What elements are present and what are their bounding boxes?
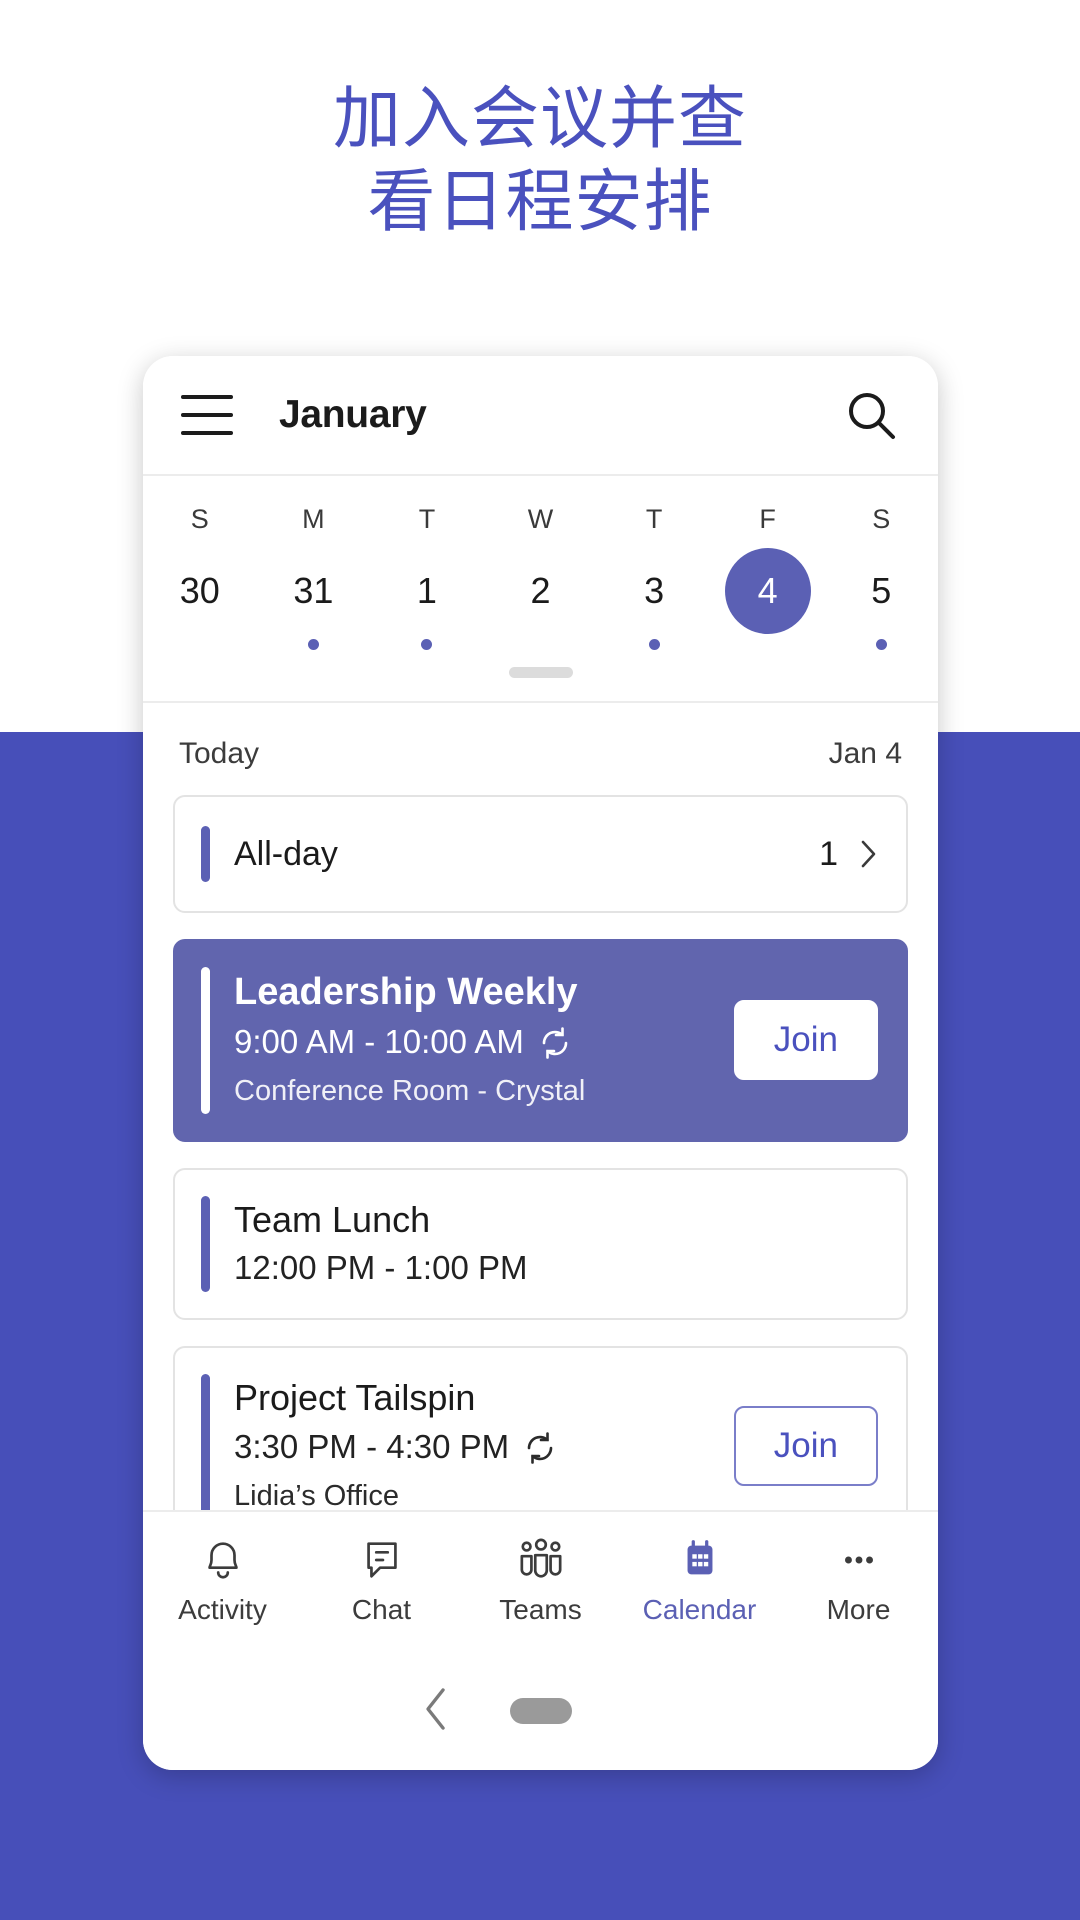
- nav-item-more[interactable]: More: [779, 1536, 938, 1626]
- headline-line-1: 加入会议并查: [332, 81, 747, 157]
- page-title: January: [279, 393, 427, 436]
- event-details: Leadership Weekly 9:00 AM - 10:00 AM Con…: [234, 967, 714, 1114]
- agenda-day-header: Today Jan 4: [173, 703, 908, 795]
- week-day-cell[interactable]: T 3: [597, 490, 711, 661]
- week-dow-label: S: [190, 504, 209, 534]
- nav-item-activity[interactable]: Activity: [143, 1536, 302, 1626]
- event-location: Conference Room - Crystal: [234, 1075, 586, 1108]
- week-day-cell[interactable]: S 30: [143, 490, 257, 661]
- all-day-label: All-day: [234, 834, 338, 873]
- nav-item-chat[interactable]: Chat: [302, 1536, 461, 1626]
- phone-screen: January S 30 M 31 T 1 W 2 T 3 F 4 S 5 To…: [143, 356, 938, 1770]
- week-day-cell[interactable]: W 2: [484, 490, 598, 661]
- back-chevron-icon[interactable]: [423, 1686, 449, 1732]
- week-date: 1: [416, 570, 437, 611]
- today-date: Jan 4: [828, 737, 902, 770]
- week-event-dot: [711, 639, 825, 661]
- teams-icon: [515, 1536, 567, 1584]
- event-accent-bar: [201, 1195, 210, 1293]
- chat-icon: [360, 1536, 404, 1584]
- event-accent-bar: [201, 1374, 210, 1519]
- all-day-accent-bar: [201, 826, 210, 882]
- event-card[interactable]: Team Lunch 12:00 PM - 1:00 PM: [173, 1167, 908, 1321]
- recurring-icon: [538, 1025, 572, 1060]
- more-dots-icon: [837, 1536, 881, 1584]
- week-dow-label: F: [759, 504, 776, 534]
- event-title: Project Tailspin: [234, 1377, 476, 1419]
- headline-line-2: 看日程安排: [367, 163, 713, 240]
- app-bar: January: [143, 356, 938, 474]
- android-system-nav: [143, 1650, 938, 1770]
- hamburger-icon[interactable]: [181, 395, 233, 435]
- week-event-dot: [824, 639, 938, 661]
- event-time-row: 12:00 PM - 1:00 PM: [234, 1244, 878, 1292]
- week-dow-label: W: [527, 504, 554, 534]
- screenshot-root: 加入会议并查 看日程安排 January S 30 M 31 T 1 W 2 T…: [0, 0, 1080, 1920]
- week-event-dot: [143, 639, 257, 661]
- event-title: Leadership Weekly: [234, 971, 578, 1013]
- nav-item-teams[interactable]: Teams: [461, 1536, 620, 1626]
- nav-label: Calendar: [642, 1594, 757, 1625]
- event-time: 9:00 AM - 10:00 AM: [234, 1023, 524, 1061]
- home-pill-icon[interactable]: [509, 1698, 572, 1724]
- search-icon[interactable]: [844, 388, 898, 442]
- nav-label: Activity: [178, 1594, 267, 1625]
- event-time: 12:00 PM - 1:00 PM: [234, 1249, 528, 1287]
- week-date: 5: [871, 570, 892, 611]
- calendar-drag-handle-area[interactable]: [143, 661, 938, 701]
- week-date: 2: [530, 570, 551, 611]
- week-date: 4: [724, 548, 811, 634]
- event-title: Team Lunch: [234, 1198, 431, 1240]
- week-day-cell-selected[interactable]: F 4: [711, 490, 825, 661]
- week-event-dot: [257, 639, 371, 661]
- join-button[interactable]: Join: [733, 1406, 878, 1487]
- all-day-row[interactable]: All-day 1: [173, 795, 908, 913]
- week-row: S 30 M 31 T 1 W 2 T 3 F 4 S 5: [143, 490, 938, 661]
- join-button[interactable]: Join: [733, 1000, 878, 1081]
- week-dow-label: T: [418, 504, 436, 534]
- nav-item-calendar[interactable]: Calendar: [620, 1536, 779, 1626]
- week-date: 30: [179, 570, 220, 611]
- drag-handle[interactable]: [508, 667, 573, 678]
- calendar-icon: [678, 1536, 722, 1584]
- agenda-list: Today Jan 4 All-day 1 Leadership Weekly: [143, 703, 938, 1547]
- bottom-navigation: Activity Chat Teams Calendar More: [143, 1510, 938, 1650]
- event-details: Team Lunch 12:00 PM - 1:00 PM: [234, 1196, 878, 1292]
- week-event-dot: [597, 639, 711, 661]
- week-dow-label: T: [645, 504, 663, 534]
- event-time-row: 9:00 AM - 10:00 AM: [234, 1018, 714, 1066]
- nav-label: Teams: [499, 1594, 582, 1625]
- event-time-row: 3:30 PM - 4:30 PM: [234, 1423, 714, 1471]
- today-label: Today: [179, 737, 260, 770]
- bell-icon: [201, 1536, 245, 1584]
- week-date: 31: [293, 570, 334, 611]
- event-accent-bar: [201, 967, 210, 1114]
- chevron-right-icon[interactable]: [860, 839, 878, 869]
- nav-label: Chat: [351, 1594, 412, 1625]
- event-card-active[interactable]: Leadership Weekly 9:00 AM - 10:00 AM Con…: [173, 939, 908, 1142]
- event-details: Project Tailspin 3:30 PM - 4:30 PM Lidia…: [234, 1374, 714, 1518]
- week-dow-label: S: [872, 504, 891, 534]
- recurring-icon: [523, 1430, 557, 1464]
- week-event-dot: [484, 639, 598, 661]
- week-strip: S 30 M 31 T 1 W 2 T 3 F 4 S 5: [143, 474, 938, 703]
- week-day-cell[interactable]: S 5: [824, 490, 938, 661]
- week-date: 3: [644, 570, 665, 611]
- week-dow-label: M: [302, 504, 325, 534]
- week-event-dot: [370, 639, 484, 661]
- event-time: 3:30 PM - 4:30 PM: [234, 1427, 510, 1465]
- nav-label: More: [826, 1594, 891, 1625]
- all-day-count: 1: [819, 834, 838, 873]
- week-day-cell[interactable]: T 1: [370, 490, 484, 661]
- week-day-cell[interactable]: M 31: [257, 490, 371, 661]
- marketing-headline: 加入会议并查 看日程安排: [0, 78, 1080, 244]
